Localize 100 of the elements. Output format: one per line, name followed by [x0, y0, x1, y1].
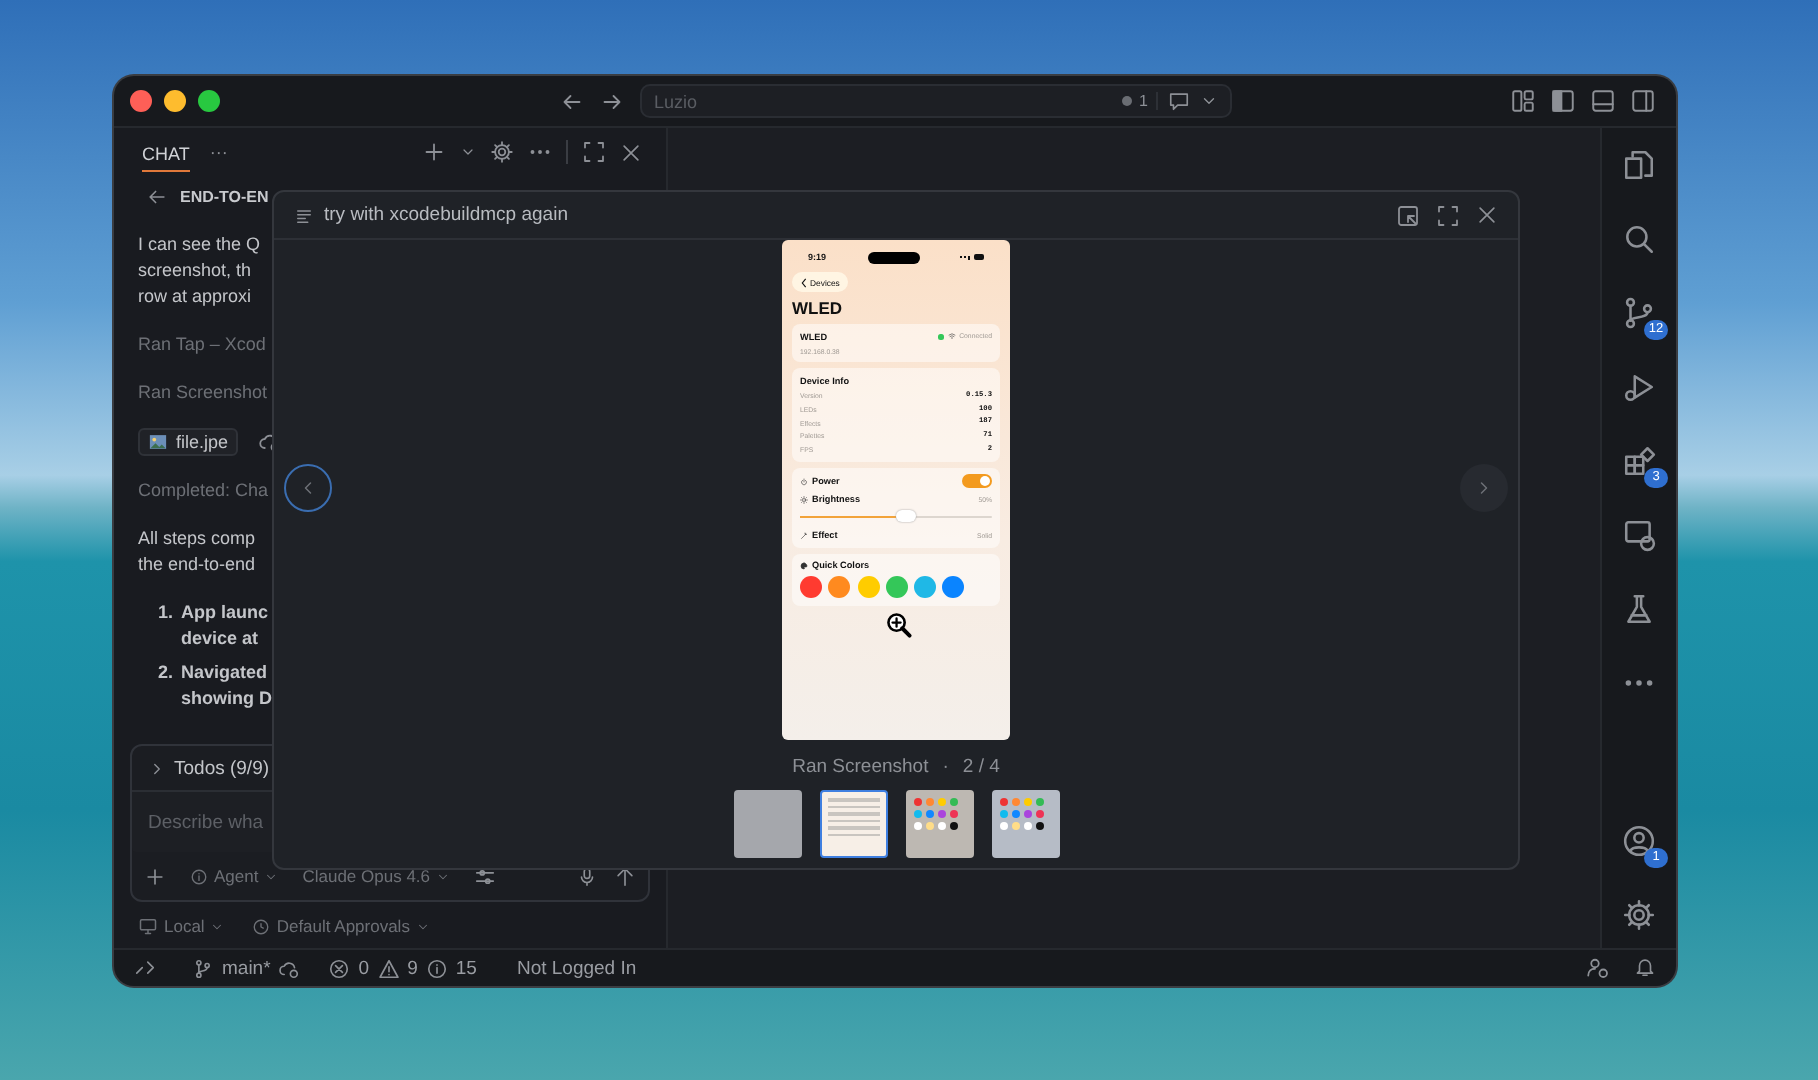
- close-window-button[interactable]: [130, 90, 152, 112]
- wifi-icon: [947, 332, 956, 341]
- color-swatch[interactable]: [828, 576, 851, 599]
- screenshot-thumbnail[interactable]: [733, 790, 801, 858]
- more-button[interactable]: ···: [209, 142, 228, 162]
- branch-icon[interactable]: [192, 957, 214, 979]
- color-swatch[interactable]: [914, 576, 937, 599]
- sidebar-right-icon[interactable]: [1630, 88, 1656, 114]
- screenshot-thumbnail[interactable]: [991, 790, 1059, 858]
- panel-bottom-icon[interactable]: [1590, 88, 1616, 114]
- flask-icon[interactable]: [1622, 592, 1656, 626]
- chevron-down-icon: [415, 919, 430, 933]
- error-icon[interactable]: [328, 957, 351, 979]
- session-title: END-TO-EN: [180, 187, 269, 205]
- send-arrow-icon[interactable]: [614, 865, 636, 887]
- open-external-icon[interactable]: [1396, 203, 1420, 227]
- zoom-in-cursor-icon: [886, 612, 912, 638]
- info-icon[interactable]: [425, 957, 448, 979]
- slider-thumb[interactable]: [896, 510, 916, 523]
- approvals-picker[interactable]: Default Approvals: [252, 912, 430, 940]
- chevron-down-icon: [210, 919, 225, 933]
- branch-name[interactable]: main*: [222, 957, 271, 979]
- remote-icon[interactable]: [134, 957, 156, 979]
- back-arrow-icon[interactable]: [146, 185, 168, 207]
- back-arrow-icon[interactable]: [560, 89, 584, 113]
- account-icon[interactable]: [1622, 824, 1656, 858]
- list-number: 1.: [158, 600, 174, 626]
- wand-icon: [800, 531, 808, 540]
- problems-indicator[interactable]: 1: [1121, 92, 1158, 110]
- image-icon: [148, 432, 168, 452]
- close-icon[interactable]: [620, 141, 642, 163]
- camera-notch: [867, 251, 919, 263]
- image-counter: 2 / 4: [962, 756, 1000, 778]
- login-status[interactable]: Not Logged In: [516, 957, 637, 979]
- list-line: showing D: [181, 686, 273, 712]
- extensions-icon[interactable]: [1622, 444, 1656, 478]
- message-line: All steps comp: [138, 526, 256, 552]
- previous-button[interactable]: [284, 464, 332, 512]
- color-swatch[interactable]: [800, 576, 822, 599]
- search-box[interactable]: Luzio 1: [640, 84, 1232, 118]
- list-number: 2.: [158, 660, 174, 686]
- chevron-down-icon[interactable]: [460, 144, 476, 160]
- screenshot-thumbnail[interactable]: [905, 790, 973, 858]
- todos-toggle[interactable]: Todos (9/9): [174, 757, 270, 779]
- zoom-window-button[interactable]: [198, 90, 220, 112]
- forward-arrow-icon[interactable]: [600, 89, 624, 113]
- layout-icon[interactable]: [1510, 88, 1536, 114]
- status-dot: [938, 334, 944, 340]
- list-icon[interactable]: [294, 205, 314, 225]
- sun-icon: [800, 495, 808, 504]
- message-line: the end-to-end: [138, 552, 256, 578]
- warning-count[interactable]: 9: [407, 957, 418, 979]
- sidebar-left-icon[interactable]: [1550, 88, 1576, 114]
- cloud-sync-icon[interactable]: [278, 957, 301, 979]
- color-swatch[interactable]: [885, 576, 908, 599]
- run-debug-icon[interactable]: [1622, 370, 1656, 404]
- chevron-left-icon: [800, 277, 808, 287]
- chat-icon[interactable]: [1168, 90, 1190, 112]
- minimize-window-button[interactable]: [164, 90, 186, 112]
- power-toggle[interactable]: [962, 474, 992, 489]
- maximize-icon[interactable]: [582, 140, 606, 164]
- image-caption: Ran Screenshot: [792, 756, 929, 778]
- error-count[interactable]: 0: [358, 957, 370, 979]
- plus-icon[interactable]: [422, 140, 446, 164]
- message-line: I can see the Q: [138, 232, 261, 258]
- close-icon[interactable]: [1476, 203, 1498, 225]
- message-line: screenshot, th: [138, 258, 252, 284]
- warning-icon[interactable]: [377, 957, 400, 979]
- explorer-icon[interactable]: [1622, 148, 1656, 182]
- caption-separator: ·: [942, 756, 949, 778]
- search-field[interactable]: Luzio: [654, 91, 1112, 111]
- sliders-icon[interactable]: [474, 865, 497, 887]
- model-picker[interactable]: Claude Opus 4.6: [302, 866, 451, 886]
- message-line: row at approxi: [138, 284, 252, 310]
- tool-status: Ran Screenshot: [138, 380, 268, 406]
- chat-tab[interactable]: CHAT: [142, 133, 190, 171]
- viewer-title: try with xcodebuildmcp again: [324, 204, 568, 226]
- search-icon[interactable]: [1622, 222, 1656, 256]
- list-line: Navigated: [181, 660, 268, 686]
- info-icon: [190, 867, 208, 885]
- plus-icon[interactable]: [144, 865, 166, 887]
- bell-icon[interactable]: [1634, 956, 1656, 978]
- screenshot-thumbnail[interactable]: [819, 790, 887, 858]
- remote-explorer-icon[interactable]: [1622, 518, 1656, 552]
- mode-picker[interactable]: Agent: [190, 866, 279, 886]
- settings-icon[interactable]: [1622, 898, 1656, 932]
- chevron-right-icon[interactable]: [148, 759, 166, 777]
- fullscreen-icon[interactable]: [1436, 203, 1460, 227]
- chevron-down-icon[interactable]: [1200, 92, 1218, 110]
- monitor-icon: [138, 916, 158, 936]
- list-line: App launc: [181, 600, 269, 626]
- accounts-icon[interactable]: [1586, 956, 1610, 980]
- file-attachment[interactable]: file.jpe: [138, 428, 239, 456]
- info-count[interactable]: 15: [455, 957, 477, 979]
- location-picker[interactable]: Local: [138, 912, 225, 940]
- settings-icon[interactable]: [490, 140, 514, 164]
- color-swatch[interactable]: [857, 576, 880, 599]
- color-swatch[interactable]: [942, 576, 965, 599]
- chevron-down-icon: [436, 869, 451, 883]
- palette-icon: [800, 562, 808, 571]
